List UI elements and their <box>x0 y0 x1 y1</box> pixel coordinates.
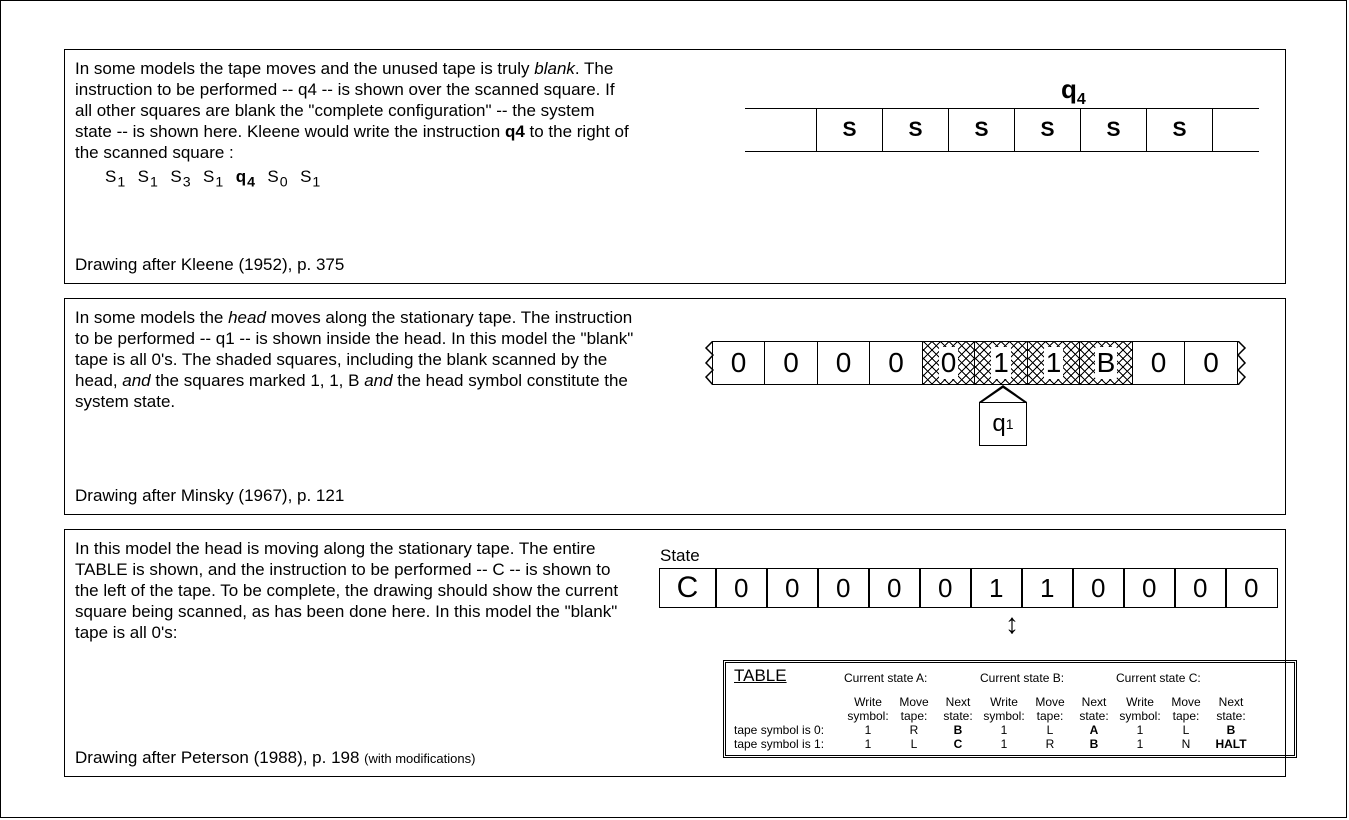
text-italic: and <box>122 371 150 390</box>
tape-cell: 0 <box>817 341 871 385</box>
group-header-a: Current state A: <box>844 671 980 685</box>
tape-cell: 0 <box>869 341 923 385</box>
tape-cell: S <box>883 108 949 152</box>
state-cell: C <box>659 568 717 608</box>
tape-cell: 0 <box>766 568 819 608</box>
tape-cell: S <box>1081 108 1147 152</box>
text-italic: blank <box>534 59 575 78</box>
tape-cell: S <box>949 108 1015 152</box>
col-subheader: Next state: <box>1072 695 1116 723</box>
head-roof-inner <box>981 388 1025 403</box>
panel-peterson: In this model the head is moving along t… <box>64 529 1286 777</box>
tape-cell: 0 <box>712 341 766 385</box>
table-title: TABLE <box>734 669 787 683</box>
tape-row: C00000110000 <box>660 568 1278 608</box>
transition-table: TABLE Current state A: Current state B: … <box>723 660 1297 758</box>
col-subheader: Move tape: <box>892 695 936 723</box>
tape-cell: 1 <box>1021 568 1074 608</box>
panel-kleene: In some models the tape moves and the un… <box>64 49 1286 284</box>
table-cell: R <box>1028 737 1072 751</box>
text-italic: head <box>228 308 266 327</box>
tape-cell: 0 <box>919 568 972 608</box>
tape-cell <box>745 108 817 152</box>
torn-edge-left-icon <box>704 341 714 385</box>
table-cell: 1 <box>980 723 1028 737</box>
table-cell: B <box>1072 737 1116 751</box>
table-cell: 1 <box>1116 723 1164 737</box>
tape-cell: 0 <box>817 568 870 608</box>
tape-cell: 0 <box>1225 568 1278 608</box>
table-cell: 1 <box>844 723 892 737</box>
text: the squares marked 1, 1, B <box>151 371 365 390</box>
panel3-citation: Drawing after Peterson (1988), p. 198 (w… <box>75 748 475 768</box>
tape-row: 0000011B00 <box>713 341 1238 385</box>
table-cell: L <box>1164 723 1208 737</box>
table-cell: B <box>1208 723 1254 737</box>
panel3-description: In this model the head is moving along t… <box>75 538 635 643</box>
panel2-description: In some models the head moves along the … <box>75 307 635 412</box>
col-subheader: Next state: <box>936 695 980 723</box>
panel1-description: In some models the tape moves and the un… <box>75 58 635 163</box>
tape-cell: 0 <box>1132 341 1186 385</box>
table-cell: R <box>892 723 936 737</box>
text-italic: and <box>364 371 392 390</box>
table-cell: N <box>1164 737 1208 751</box>
state-label-q4: q4 <box>1061 74 1086 109</box>
table-cell: C <box>936 737 980 751</box>
panel-minsky: In some models the head moves along the … <box>64 298 1286 515</box>
text: In some models the tape moves and the un… <box>75 59 534 78</box>
tape-cell: S <box>1147 108 1213 152</box>
tape-cell: 0 <box>1072 568 1125 608</box>
tape-cell <box>1213 108 1259 152</box>
tape-cell: 0 <box>715 568 768 608</box>
tape-cell: 1 <box>974 341 1028 385</box>
col-subheader: Write symbol: <box>980 695 1028 723</box>
text: In some models the <box>75 308 228 327</box>
tape-cell: 1 <box>970 568 1023 608</box>
torn-edge-right-icon <box>1237 341 1247 385</box>
col-subheader: Move tape: <box>1164 695 1208 723</box>
table-cell: 1 <box>844 737 892 751</box>
text-bold: q4 <box>505 122 525 141</box>
panel3-tape: State C00000110000 ↕ <box>660 550 1278 608</box>
group-header-b: Current state B: <box>980 671 1116 685</box>
state-caption: State <box>660 546 700 566</box>
row-label: tape symbol is 0: <box>734 723 844 737</box>
tape-cell: 0 <box>868 568 921 608</box>
tape-row: SSSSSS <box>745 108 1259 152</box>
table-cell: 1 <box>980 737 1028 751</box>
panel2-tape: 0000011B00 q1 <box>713 341 1238 385</box>
head-box: q1 <box>979 402 1027 446</box>
tape-cell: 0 <box>922 341 976 385</box>
tape-cell: 1 <box>1027 341 1081 385</box>
panel1-tape: q4 SSSSSS <box>745 108 1259 152</box>
col-subheader: Next state: <box>1208 695 1254 723</box>
panel1-sequence: S1 S1 S3 S1 q4 S0 S1 <box>75 167 1277 190</box>
table-cell: A <box>1072 723 1116 737</box>
tape-cell: B <box>1079 341 1133 385</box>
table-cell: B <box>936 723 980 737</box>
group-header-c: Current state C: <box>1116 671 1254 685</box>
row-label: tape symbol is 1: <box>734 737 844 751</box>
col-subheader: Write symbol: <box>844 695 892 723</box>
table-cell: L <box>892 737 936 751</box>
table-cell: 1 <box>1116 737 1164 751</box>
tape-cell: S <box>1015 108 1081 152</box>
double-arrow-icon: ↕ <box>1005 610 1019 638</box>
panel2-citation: Drawing after Minsky (1967), p. 121 <box>75 486 344 506</box>
tape-cell: 0 <box>1174 568 1227 608</box>
table-cell: HALT <box>1208 737 1254 751</box>
col-subheader: Move tape: <box>1028 695 1072 723</box>
diagram-root: In some models the tape moves and the un… <box>0 0 1347 818</box>
tape-cell: 0 <box>764 341 818 385</box>
table-cell: L <box>1028 723 1072 737</box>
tape-cell: 0 <box>1184 341 1238 385</box>
tape-cell: 0 <box>1123 568 1176 608</box>
col-subheader: Write symbol: <box>1116 695 1164 723</box>
panel1-citation: Drawing after Kleene (1952), p. 375 <box>75 255 344 275</box>
tape-cell: S <box>817 108 883 152</box>
